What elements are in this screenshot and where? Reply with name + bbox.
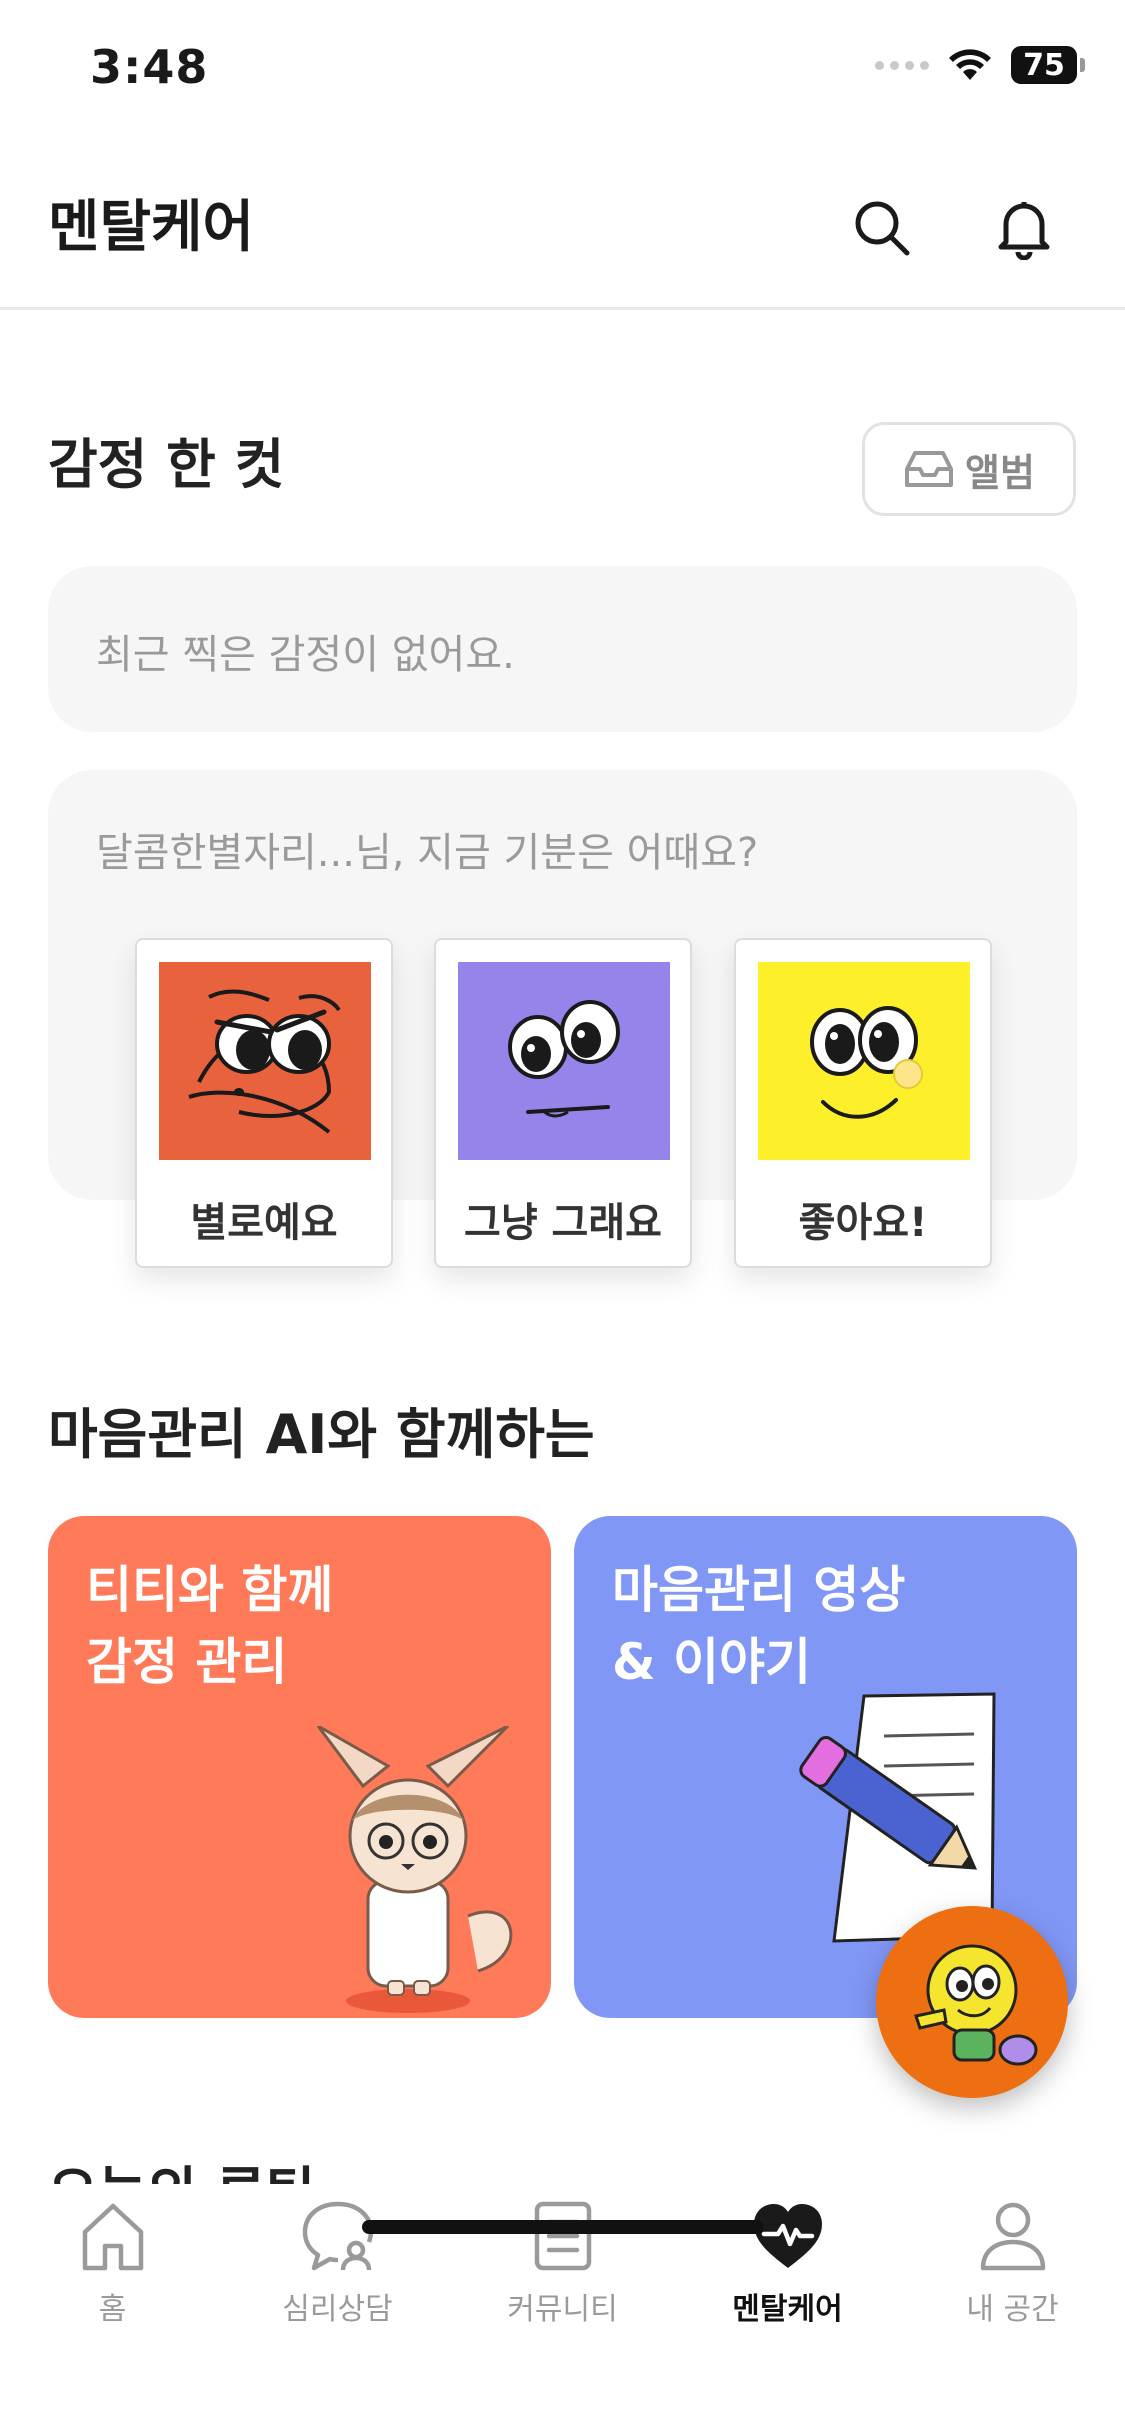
inbox-icon [905, 451, 954, 487]
nav-label: 홈 [98, 2292, 127, 2327]
wifi-icon [949, 49, 991, 80]
happy-face-image [758, 962, 970, 1160]
nav-label: 멘탈케어 [732, 2292, 843, 2327]
status-time: 3:48 [90, 40, 209, 94]
signal-icon [875, 60, 929, 70]
heart-pulse-icon [753, 2204, 822, 2268]
battery-icon: 75 [1011, 46, 1085, 84]
person-icon [980, 2202, 1045, 2271]
page-title: 멘탈케어 [48, 195, 255, 260]
home-indicator[interactable] [362, 2220, 764, 2234]
chat-counsel-icon [302, 2201, 373, 2271]
status-bar: 3:48 75 [0, 0, 1125, 135]
ai-card-emotion[interactable]: 티티와 함께 감정 관리 [48, 1516, 551, 2018]
nav-label: 심리상담 [282, 2292, 393, 2327]
nav-my-space[interactable]: 내 공간 [900, 2184, 1125, 2344]
album-label: 앨범 [965, 450, 1035, 495]
status-indicators: 75 [875, 46, 1085, 84]
emotion-section-title: 감정 한 컷 [48, 433, 285, 496]
mood-question: 달콤한별자리...님, 지금 기분은 어때요? [96, 830, 759, 876]
search-icon[interactable] [842, 188, 922, 268]
app-header: 멘탈케어 [0, 160, 1125, 310]
nav-label: 커뮤니티 [507, 2292, 618, 2327]
mood-option-bad[interactable]: 별로예요 [135, 938, 393, 1268]
recent-emotion-card: 최근 찍은 감정이 없어요. [48, 566, 1077, 732]
fox-character-illustration [316, 1726, 513, 2013]
ai-section-title: 마음관리 AI와 함께하는 [48, 1403, 595, 1466]
empty-message: 최근 찍은 감정이 없어요. [96, 632, 515, 678]
ai-mascot-icon [914, 1944, 1038, 2066]
card-title: 마음관리 영상 & 이야기 [612, 1561, 906, 1691]
mood-option-label: 별로예요 [190, 1200, 338, 1246]
nav-counseling[interactable]: 심리상담 [225, 2184, 450, 2344]
routine-section-title: 오늘의 루틴 [48, 2148, 315, 2184]
mood-option-neutral[interactable]: 그냥 그래요 [434, 938, 692, 1268]
nav-community[interactable]: 커뮤니티 [450, 2184, 675, 2344]
home-icon [82, 2203, 143, 2271]
angry-face-image [159, 962, 371, 1160]
mood-option-label: 좋아요! [798, 1200, 928, 1246]
neutral-face-image [458, 962, 670, 1160]
battery-level: 75 [1023, 47, 1065, 83]
mood-option-label: 그냥 그래요 [464, 1200, 662, 1246]
card-title: 티티와 함께 감정 관리 [86, 1561, 334, 1691]
album-button[interactable]: 앨범 [862, 422, 1076, 516]
nav-mental-care[interactable]: 멘탈케어 [675, 2184, 900, 2344]
ai-assistant-fab[interactable] [876, 1906, 1068, 2098]
mood-option-good[interactable]: 좋아요! [734, 938, 992, 1268]
nav-label: 내 공간 [966, 2292, 1059, 2327]
document-icon [534, 2201, 591, 2271]
nav-home[interactable]: 홈 [0, 2184, 225, 2344]
bell-icon[interactable] [984, 188, 1064, 268]
